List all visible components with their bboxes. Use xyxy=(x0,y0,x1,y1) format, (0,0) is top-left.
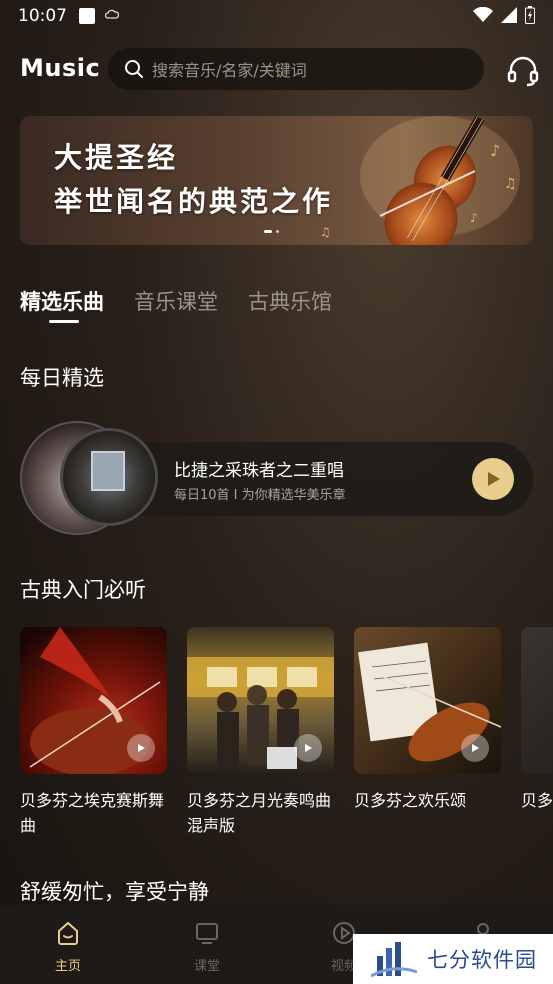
search-placeholder: 搜索音乐/名家/关键词 xyxy=(152,61,307,80)
banner-line1: 大提圣经 xyxy=(54,141,179,174)
daily-play-button[interactable] xyxy=(472,458,514,500)
search-icon xyxy=(125,60,143,78)
daily-track-title: 比捷之采珠者之二重唱 xyxy=(174,461,344,481)
status-bar: 10:07 xyxy=(0,0,553,32)
tab-featured[interactable]: 精选乐曲 xyxy=(20,286,104,316)
headset-icon[interactable] xyxy=(506,54,540,88)
daily-subtitle: 每日10首 I 为你精选华美乐章 xyxy=(174,488,346,503)
status-icons xyxy=(473,6,535,24)
album-play-button[interactable] xyxy=(461,734,489,762)
nav-label-home: 主页 xyxy=(54,959,81,974)
banner-dot-active xyxy=(264,230,272,233)
tab-music-class[interactable]: 音乐课堂 xyxy=(134,286,218,316)
play-icon xyxy=(488,472,500,486)
battery-icon xyxy=(525,6,535,24)
watermark: 七分软件园 xyxy=(353,934,553,984)
svg-text:♪: ♪ xyxy=(490,141,500,160)
album-art xyxy=(20,627,167,774)
album-card[interactable]: 贝多芬之欢乐颂 xyxy=(354,627,501,813)
signal-icon xyxy=(501,7,517,23)
album-art xyxy=(187,627,334,774)
tab-indicator xyxy=(49,320,79,323)
watermark-logo-icon xyxy=(371,942,417,978)
monitor-icon xyxy=(196,923,218,944)
daily-section-title: 每日精选 xyxy=(20,366,104,390)
nav-item-home[interactable]: 主页 xyxy=(38,919,98,974)
wifi-icon xyxy=(473,7,493,22)
album-cover-thumb xyxy=(91,451,125,491)
album-card[interactable]: 贝多芬之埃克赛斯舞曲 xyxy=(20,627,167,838)
home-icon xyxy=(58,921,78,945)
category-tabs: 精选乐曲 音乐课堂 古典乐馆 xyxy=(20,286,332,316)
banner-dot xyxy=(276,230,279,233)
nav-item-class[interactable]: 课堂 xyxy=(177,919,237,974)
banner-pager xyxy=(264,230,279,233)
album-card[interactable]: 贝多芬之月光奏鸣曲混声版 xyxy=(187,627,334,838)
album-art xyxy=(354,627,501,774)
watermark-text: 七分软件园 xyxy=(427,948,537,972)
search-input[interactable]: 搜索音乐/名家/关键词 xyxy=(108,48,484,90)
play-icon xyxy=(138,744,145,752)
status-time: 10:07 xyxy=(18,6,67,26)
cloud-icon xyxy=(104,8,120,24)
tab-classical-hall[interactable]: 古典乐馆 xyxy=(248,286,332,316)
album-title: 贝多芬之欢乐颂 xyxy=(354,791,467,810)
album-title: 贝多乐第 xyxy=(521,791,553,810)
album-card[interactable]: 贝多乐第 xyxy=(521,627,553,813)
svg-text:♫: ♫ xyxy=(320,225,331,239)
header: Music 搜索音乐/名家/关键词 xyxy=(20,48,540,92)
relax-section-title: 舒缓匆忙，享受宁静 xyxy=(20,880,209,904)
play-icon xyxy=(472,744,479,752)
album-title: 贝多芬之月光奏鸣曲混声版 xyxy=(187,791,332,835)
app-title: Music xyxy=(20,54,101,82)
record-disc-front xyxy=(60,428,158,526)
play-icon xyxy=(305,744,312,752)
notification-icon xyxy=(79,8,95,24)
svg-text:♫: ♫ xyxy=(504,176,517,192)
banner-line2: 举世闻名的典范之作 xyxy=(54,185,334,218)
album-art xyxy=(521,627,553,774)
album-play-button[interactable] xyxy=(127,734,155,762)
classics-section-title: 古典入门必听 xyxy=(20,578,146,602)
album-play-button[interactable] xyxy=(294,734,322,762)
svg-text:♪: ♪ xyxy=(470,211,478,225)
banner[interactable]: ♪ ♫ ♪ ♫ 大提圣经 举世闻名的典范之作 xyxy=(20,116,533,245)
nav-label-class: 课堂 xyxy=(193,959,220,974)
album-title: 贝多芬之埃克赛斯舞曲 xyxy=(20,791,165,835)
